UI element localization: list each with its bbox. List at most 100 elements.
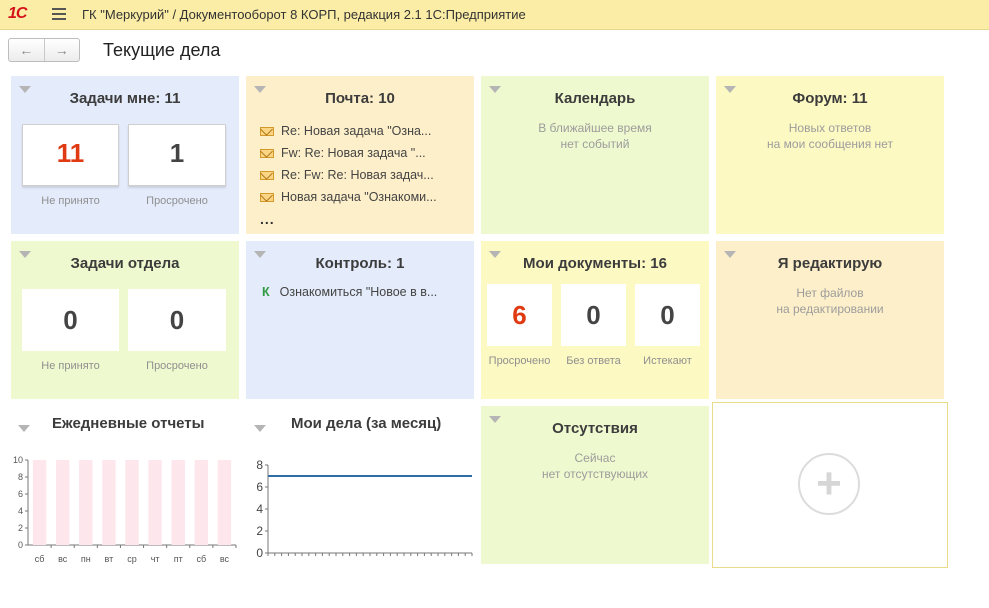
tile-message: Нет файлов на редактировании	[776, 286, 884, 316]
back-arrow-icon[interactable]: ←	[9, 39, 44, 61]
tile-message: Сейчас нет отсутствующих	[541, 451, 649, 481]
daily-reports-chart: 10 8 6 4 2 0 сб вс пн вт ср чт пт сб вс	[13, 455, 237, 564]
tile-control[interactable]: Контроль: 1 К Ознакомиться "Новое в в...	[246, 241, 474, 399]
bar	[79, 460, 93, 545]
collapse-triangle-icon[interactable]	[254, 425, 266, 432]
bar	[102, 460, 116, 545]
count-value: 11	[56, 138, 85, 168]
control-item[interactable]: К Ознакомиться "Новое в в...	[262, 285, 437, 299]
bar	[148, 460, 162, 545]
count-box-expiring[interactable]: 0	[635, 284, 700, 346]
count-label: Не принято	[41, 195, 100, 207]
tile-i-am-editing[interactable]: Я редактирую Нет файлов на редактировани…	[716, 241, 944, 399]
x-tick-label: пн	[81, 554, 91, 564]
envelope-icon	[260, 170, 274, 180]
count-value: 0	[586, 300, 601, 330]
envelope-icon	[260, 126, 274, 136]
count-box-overdue[interactable]: 1	[128, 124, 226, 186]
x-tick-label: вт	[105, 554, 114, 564]
tile-message: Новых ответов на мои сообщения нет	[767, 121, 893, 151]
tile-title[interactable]: Отсутствия	[481, 420, 709, 437]
mail-subject[interactable]: Re: Новая задача "Озна...	[281, 124, 431, 138]
tile-tasks-to-me[interactable]: Задачи мне: 11 11 Не принято 1 Просрочен…	[11, 76, 239, 234]
mail-subject[interactable]: Новая задача "Ознакоми...	[281, 190, 437, 204]
tile-title[interactable]: Контроль: 1	[246, 255, 474, 272]
bar	[32, 460, 47, 545]
x-tick-label: чт	[151, 554, 160, 564]
y-tick-label: 0	[256, 546, 263, 560]
bar	[194, 460, 209, 545]
control-marker-icon: К	[262, 285, 270, 299]
tile-title[interactable]: Я редактирую	[716, 255, 944, 272]
tile-department-tasks[interactable]: Задачи отдела 0 Не принято 0 Просрочено	[11, 241, 239, 399]
mail-item[interactable]: Новая задача "Ознакоми...	[260, 186, 437, 208]
count-label: Истекают	[643, 355, 692, 367]
add-plus-icon[interactable]: +	[798, 453, 860, 515]
tile-title[interactable]: Календарь	[481, 90, 709, 107]
add-tile[interactable]: +	[712, 402, 948, 568]
control-item-text[interactable]: Ознакомиться "Новое в в...	[280, 285, 438, 299]
mail-subject[interactable]: Fw: Re: Новая задача "...	[281, 146, 426, 160]
y-tick-label: 8	[256, 458, 263, 472]
envelope-icon	[260, 148, 274, 158]
1c-logo: 1С	[8, 5, 27, 22]
count-box-not-accepted[interactable]: 0	[22, 289, 119, 351]
more-link[interactable]: ...	[260, 208, 437, 230]
my-tasks-month-title[interactable]: Мои дела (за месяц)	[291, 415, 441, 432]
tile-title[interactable]: Мои документы: 16	[481, 255, 709, 272]
envelope-icon	[260, 192, 274, 202]
tile-title[interactable]: Задачи мне: 11	[11, 90, 239, 107]
y-tick-label: 6	[256, 480, 263, 494]
count-label: Просрочено	[146, 360, 208, 372]
count-label: Не принято	[41, 360, 100, 372]
tile-title[interactable]: Почта: 10	[246, 90, 474, 107]
tile-message: В ближайшее время нет событий	[538, 121, 652, 151]
forward-arrow-icon[interactable]: →	[43, 39, 80, 61]
mail-list: Re: Новая задача "Озна... Fw: Re: Новая …	[260, 120, 437, 230]
tile-mail[interactable]: Почта: 10 Re: Новая задача "Озна... Fw: …	[246, 76, 474, 234]
count-value: 0	[660, 300, 675, 330]
x-tick-label: пт	[174, 554, 183, 564]
count-label: Без ответа	[566, 355, 621, 367]
tile-my-documents[interactable]: Мои документы: 16 6 Просрочено 0 Без отв…	[481, 241, 709, 399]
tile-title[interactable]: Задачи отдела	[11, 255, 239, 272]
window-title: ГК "Меркурий" / Документооборот 8 КОРП, …	[82, 7, 526, 22]
count-value: 6	[512, 300, 527, 330]
y-tick-label: 4	[256, 502, 263, 516]
mail-item[interactable]: Re: Новая задача "Озна...	[260, 120, 437, 142]
mail-item[interactable]: Fw: Re: Новая задача "...	[260, 142, 437, 164]
bar	[125, 460, 139, 545]
daily-reports-title[interactable]: Ежедневные отчеты	[52, 415, 204, 432]
tile-absences[interactable]: Отсутствия Сейчас нет отсутствующих	[481, 406, 709, 564]
menu-icon[interactable]	[52, 8, 66, 20]
bar	[171, 460, 185, 545]
mail-item[interactable]: Re: Fw: Re: Новая задач...	[260, 164, 437, 186]
collapse-triangle-icon[interactable]	[18, 425, 30, 432]
x-tick-label: вс	[220, 554, 230, 564]
count-box-overdue[interactable]: 6	[487, 284, 552, 346]
count-value: 1	[169, 138, 185, 168]
tile-calendar[interactable]: Календарь В ближайшее время нет событий	[481, 76, 709, 234]
x-tick-label: ср	[127, 554, 137, 564]
count-label: Просрочено	[146, 195, 208, 207]
y-tick-label: 2	[256, 524, 263, 538]
title-bar: 1С ГК "Меркурий" / Документооборот 8 КОР…	[0, 0, 989, 30]
x-tick-label: сб	[35, 554, 45, 564]
x-tick-label: сб	[197, 554, 207, 564]
count-box-not-accepted[interactable]: 11	[22, 124, 119, 186]
page-title: Текущие дела	[103, 40, 221, 60]
history-buttons: ← →	[8, 38, 80, 62]
navigation-bar: ← → Текущие дела	[0, 30, 989, 70]
y-tick-label: 8	[18, 472, 23, 482]
tile-title[interactable]: Форум: 11	[716, 90, 944, 107]
mail-subject[interactable]: Re: Fw: Re: Новая задач...	[281, 168, 434, 182]
tile-forum[interactable]: Форум: 11 Новых ответов на мои сообщения…	[716, 76, 944, 234]
count-value: 0	[63, 305, 78, 335]
count-box-overdue[interactable]: 0	[128, 289, 226, 351]
count-box-no-answer[interactable]: 0	[561, 284, 626, 346]
my-tasks-month-chart: 8 6 4 2 0	[256, 458, 473, 560]
y-tick-label: 10	[13, 455, 23, 465]
bar	[217, 460, 232, 545]
count-label: Просрочено	[488, 355, 551, 367]
y-tick-label: 2	[18, 523, 23, 533]
